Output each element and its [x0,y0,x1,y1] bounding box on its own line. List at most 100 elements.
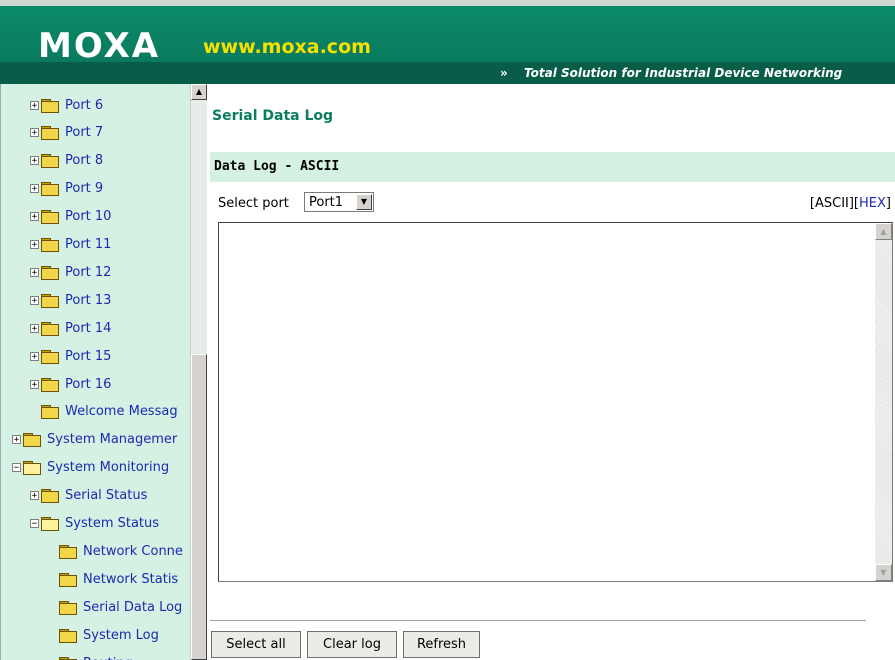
folder-icon [59,544,77,559]
tree-item-label: Routing [83,656,133,660]
tree-item-label: Port 16 [65,376,112,392]
tree-item[interactable]: + Port 14 [30,317,111,339]
tree-item-label: System Monitoring [47,460,170,476]
expand-icon[interactable]: + [30,379,39,389]
tree-item[interactable]: + Port 10 [30,206,111,228]
tree-item[interactable]: + Port 16 [30,373,111,395]
folder-icon [41,377,59,392]
folder-icon [59,572,77,587]
select-all-button[interactable]: Select all [211,631,301,658]
tree-item[interactable]: + Port 7 [30,122,103,144]
tree-item[interactable]: + Port 8 [30,150,103,172]
ascii-link[interactable]: ASCII [815,196,849,211]
moxa-logo[interactable]: MOXA [38,26,160,66]
pane-border [0,84,1,660]
refresh-button[interactable]: Refresh [403,631,480,658]
tree-item[interactable]: + Port 6 [30,94,103,116]
log-scrollbar[interactable]: ▲ ▼ [875,223,892,581]
expand-icon[interactable]: + [30,184,39,194]
tree-item[interactable]: + Port 15 [30,345,111,367]
tree-item-label: System Log [83,627,159,643]
tree-item-label: Port 9 [65,181,104,197]
tree-item[interactable]: System Log [59,624,159,646]
tree-item[interactable]: Welcome Messag [41,401,178,423]
tree-item[interactable]: Serial Data Log [59,596,182,618]
format-links: [ASCII][HEX] [810,196,891,211]
tree-item-label: Network Statis [83,571,179,587]
tree-item-label: Port 14 [65,320,112,336]
folder-icon [41,98,59,113]
banner-top-border [0,0,895,6]
tree-item-label: Serial Status [65,488,148,504]
expand-icon[interactable]: + [30,240,39,250]
folder-icon [41,321,59,336]
chevron-right-icon: » [500,66,508,80]
tree-item-label: Port 6 [65,97,104,113]
hex-link[interactable]: HEX [859,196,886,211]
expand-icon[interactable]: + [30,100,39,110]
folder-icon [41,265,59,280]
folder-icon [41,182,59,197]
tree-item-label: Port 13 [65,292,112,308]
bracket-sep: ][ [848,196,860,211]
scroll-up-arrow-icon[interactable]: ▲ [191,84,207,100]
folder-icon [41,349,59,364]
folder-icon [41,489,59,504]
folder-icon [41,210,59,225]
tree-item-label: Port 7 [65,125,104,141]
tree-item-label: System Status [65,516,160,531]
collapse-icon[interactable]: − [12,463,21,473]
folder-icon [23,433,41,448]
clear-log-button[interactable]: Clear log [307,631,397,658]
open-folder-icon [41,517,59,531]
tree-item[interactable]: Routing [59,652,133,660]
tree-item-label: Port 11 [65,237,112,252]
tree-item-label: Port 10 [65,209,112,225]
tree-item[interactable]: + Port 12 [30,261,111,283]
scroll-thumb[interactable] [191,354,207,660]
expand-icon[interactable]: + [30,491,39,501]
navigation-tree: + Port 6 + Port 7 + Port 8 + Port 9 + Port 10 + Por… [0,84,207,660]
tree-item[interactable]: + System Managemer [12,429,177,451]
folder-icon [59,600,77,615]
tree-item[interactable]: + Serial Status [30,485,147,507]
tree-item-label: Port 12 [65,264,112,280]
tree-item-label: Welcome Messag [65,404,178,420]
folder-icon [59,656,77,660]
bracket-close: ] [885,196,891,211]
expand-icon[interactable]: + [30,156,39,166]
expand-icon[interactable]: + [30,351,39,361]
port-select-dropdown[interactable]: Port1 ▼ [304,192,374,212]
expand-icon[interactable]: + [30,323,39,333]
folder-icon [41,293,59,308]
scroll-down-arrow-icon[interactable]: ▼ [875,564,892,581]
section-title: Data Log - ASCII [214,159,340,174]
expand-icon[interactable]: + [30,128,39,138]
tree-scrollbar[interactable]: ▲ [190,84,207,660]
section-header: Data Log - ASCII [210,152,895,182]
tree-item[interactable]: Network Conne [59,540,183,562]
scroll-up-arrow-icon[interactable]: ▲ [875,223,892,240]
site-url-link[interactable]: www.moxa.com [203,36,371,58]
expand-icon[interactable]: + [30,212,39,222]
tree-item-label: Port 15 [65,348,112,364]
tree-item-label: Serial Data Log [83,599,183,615]
expand-icon[interactable]: + [12,435,21,445]
expand-icon[interactable]: + [30,267,39,277]
serial-log-textarea[interactable]: ▲ ▼ [218,222,893,582]
tree-item[interactable]: − System Monitoring [12,457,169,479]
tree-item-label: Network Conne [83,543,183,559]
dropdown-arrow-icon[interactable]: ▼ [356,194,372,210]
tree-item[interactable]: + Port 11 [30,234,111,256]
select-port-label: Select port [218,196,289,211]
folder-icon [41,405,59,420]
tree-item[interactable]: + Port 13 [30,289,111,311]
tagline-bar: » Total Solution for Industrial Device N… [0,62,895,84]
port-select-value: Port1 [309,195,344,210]
tree-item[interactable]: Network Statis [59,568,178,590]
tree-item[interactable]: − System Status [30,513,159,535]
expand-icon[interactable]: + [30,295,39,305]
tree-item[interactable]: + Port 9 [30,178,103,200]
collapse-icon[interactable]: − [30,519,39,529]
page-title: Serial Data Log [212,108,334,124]
